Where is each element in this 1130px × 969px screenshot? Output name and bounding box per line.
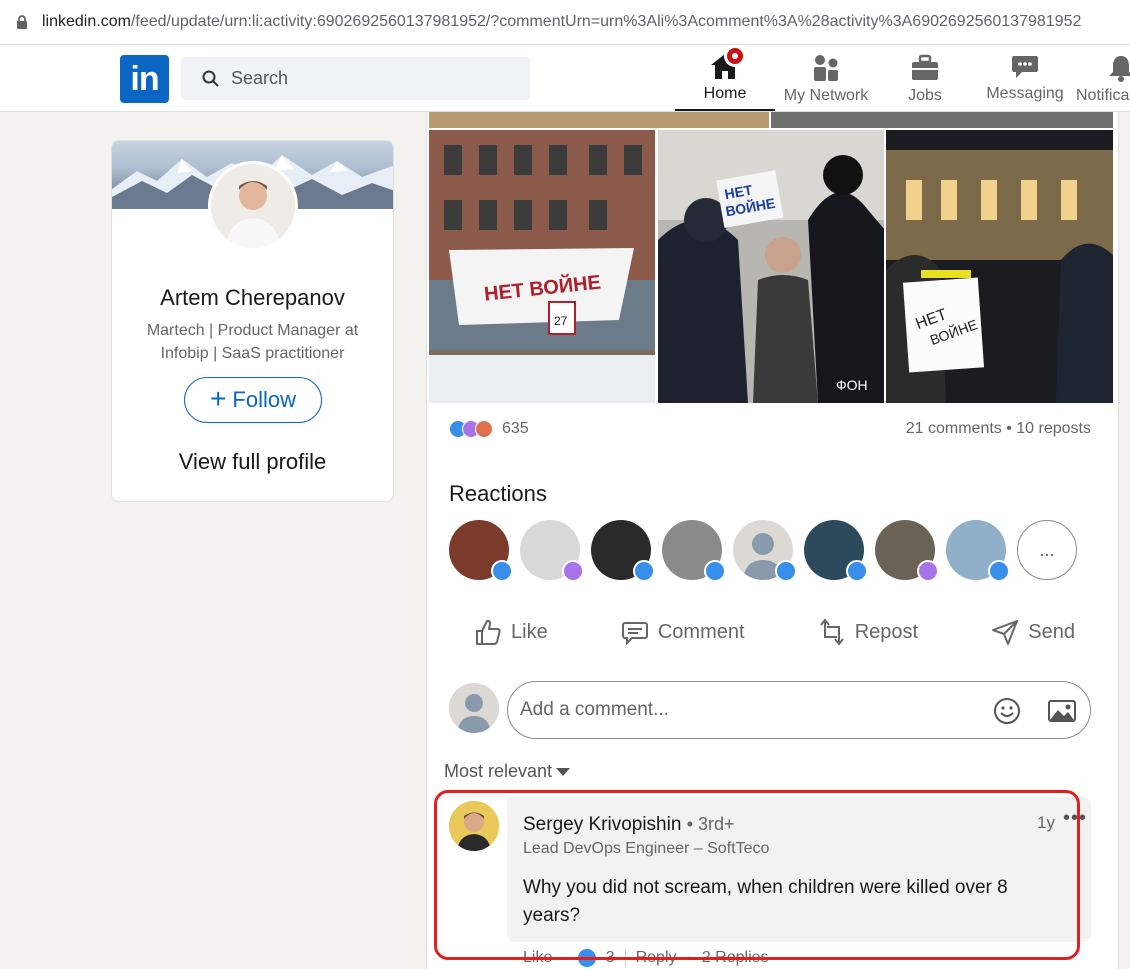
like-badge-icon xyxy=(491,560,513,582)
comment-button[interactable]: Comment xyxy=(596,610,769,654)
bell-icon xyxy=(1104,53,1130,83)
view-full-profile-link[interactable]: View full profile xyxy=(112,449,393,475)
post-image-strip xyxy=(429,112,1113,128)
people-icon xyxy=(809,53,843,83)
reactor-avatar[interactable] xyxy=(804,520,868,582)
reaction-count[interactable]: 635 xyxy=(502,420,529,438)
like-label: Like xyxy=(511,620,548,643)
comment-field[interactable] xyxy=(507,681,1091,739)
profile-name[interactable]: Artem Cherepanov xyxy=(112,285,393,311)
support-badge-icon xyxy=(562,560,584,582)
thumbs-up-icon xyxy=(476,619,501,645)
repost-label: Repost xyxy=(854,620,919,643)
follow-button[interactable]: + Follow xyxy=(184,377,322,423)
like-badge-icon xyxy=(704,560,726,582)
love-reaction-icon xyxy=(475,420,493,438)
profile-headline: Martech | Product Manager at Infobip | S… xyxy=(146,322,359,362)
caret-down-icon xyxy=(556,767,571,776)
briefcase-icon xyxy=(908,53,942,83)
notification-badge xyxy=(724,45,746,67)
emoji-icon[interactable] xyxy=(992,696,1022,726)
top-nav: in Home My Network Jobs Messaging Notifi… xyxy=(0,45,1130,112)
url-text[interactable]: linkedin.com/feed/update/urn:li:activity… xyxy=(42,13,1081,31)
send-icon xyxy=(992,620,1019,645)
like-badge-icon xyxy=(633,560,655,582)
reactions-heading: Reactions xyxy=(449,481,547,506)
nav-home-label: Home xyxy=(703,85,747,102)
nav-notifications-label: Notifica xyxy=(1076,87,1130,104)
search-input[interactable] xyxy=(231,68,511,89)
post-stats[interactable]: 21 comments • 10 reposts xyxy=(906,420,1091,438)
send-label: Send xyxy=(1028,620,1075,643)
sort-comments-dropdown[interactable]: Most relevant xyxy=(444,761,571,782)
comment-input[interactable] xyxy=(520,699,960,721)
current-user-avatar[interactable] xyxy=(449,683,499,733)
reactors-list: ... xyxy=(449,520,1077,582)
nav-my-network[interactable]: My Network xyxy=(776,49,876,111)
profile-card: Artem Cherepanov Martech | Product Manag… xyxy=(111,140,394,502)
repost-icon xyxy=(819,618,844,646)
like-button[interactable]: Like xyxy=(449,610,572,654)
search-icon xyxy=(202,70,219,87)
linkedin-logo[interactable]: in xyxy=(120,55,169,103)
post-photo[interactable]: НЕТ ВОЙНЕ xyxy=(886,130,1114,403)
home-icon xyxy=(708,45,746,81)
lock-icon xyxy=(16,15,28,29)
reaction-icons[interactable]: 635 xyxy=(449,420,529,438)
reactor-avatar[interactable] xyxy=(449,520,513,582)
reactor-avatar[interactable] xyxy=(733,520,797,582)
profile-avatar[interactable] xyxy=(208,161,298,251)
sort-label: Most relevant xyxy=(444,761,553,781)
like-badge-icon xyxy=(775,560,797,582)
plus-icon: + xyxy=(210,382,227,414)
message-icon xyxy=(1008,51,1042,81)
comment-icon xyxy=(621,622,648,646)
like-badge-icon xyxy=(846,560,868,582)
like-badge-icon xyxy=(988,560,1010,582)
svg-text:27: 27 xyxy=(554,314,568,328)
highlight-annotation xyxy=(434,790,1080,960)
support-badge-icon xyxy=(917,560,939,582)
reactor-avatar[interactable] xyxy=(946,520,1010,582)
reactor-avatar[interactable] xyxy=(520,520,584,582)
more-reactors-button[interactable]: ... xyxy=(1017,520,1077,580)
nav-messaging[interactable]: Messaging xyxy=(980,49,1070,111)
follow-label: Follow xyxy=(232,387,296,412)
reactor-avatar[interactable] xyxy=(875,520,939,582)
repost-button[interactable]: Repost xyxy=(793,610,942,654)
post-actions: Like Comment Repost Send xyxy=(449,610,1099,654)
nav-messaging-label: Messaging xyxy=(986,85,1064,102)
post-photo[interactable]: НЕТ ВОЙНЕ ФОН xyxy=(657,130,885,403)
search-box[interactable] xyxy=(181,57,530,100)
post-photo-grid[interactable]: НЕТ ВОЙНЕ 27 НЕТ ВОЙНЕ ФОН НЕТ ВОЙНЕ xyxy=(429,130,1114,403)
reaction-summary: 635 21 comments • 10 reposts xyxy=(449,417,1091,441)
send-button[interactable]: Send xyxy=(966,610,1099,654)
comment-composer xyxy=(449,681,1091,741)
reactor-avatar[interactable] xyxy=(591,520,655,582)
post-photo[interactable]: НЕТ ВОЙНЕ 27 xyxy=(429,130,656,403)
nav-notifications[interactable]: Notifica xyxy=(1076,49,1130,111)
reactor-avatar[interactable] xyxy=(662,520,726,582)
comment-label: Comment xyxy=(657,620,745,643)
nav-jobs-label: Jobs xyxy=(908,87,942,104)
image-icon[interactable] xyxy=(1046,696,1078,726)
svg-text:ФОН: ФОН xyxy=(836,377,868,393)
nav-jobs[interactable]: Jobs xyxy=(890,49,960,111)
browser-url-bar[interactable]: linkedin.com/feed/update/urn:li:activity… xyxy=(0,0,1130,45)
nav-home[interactable]: Home xyxy=(675,45,775,111)
nav-my-network-label: My Network xyxy=(783,87,869,104)
